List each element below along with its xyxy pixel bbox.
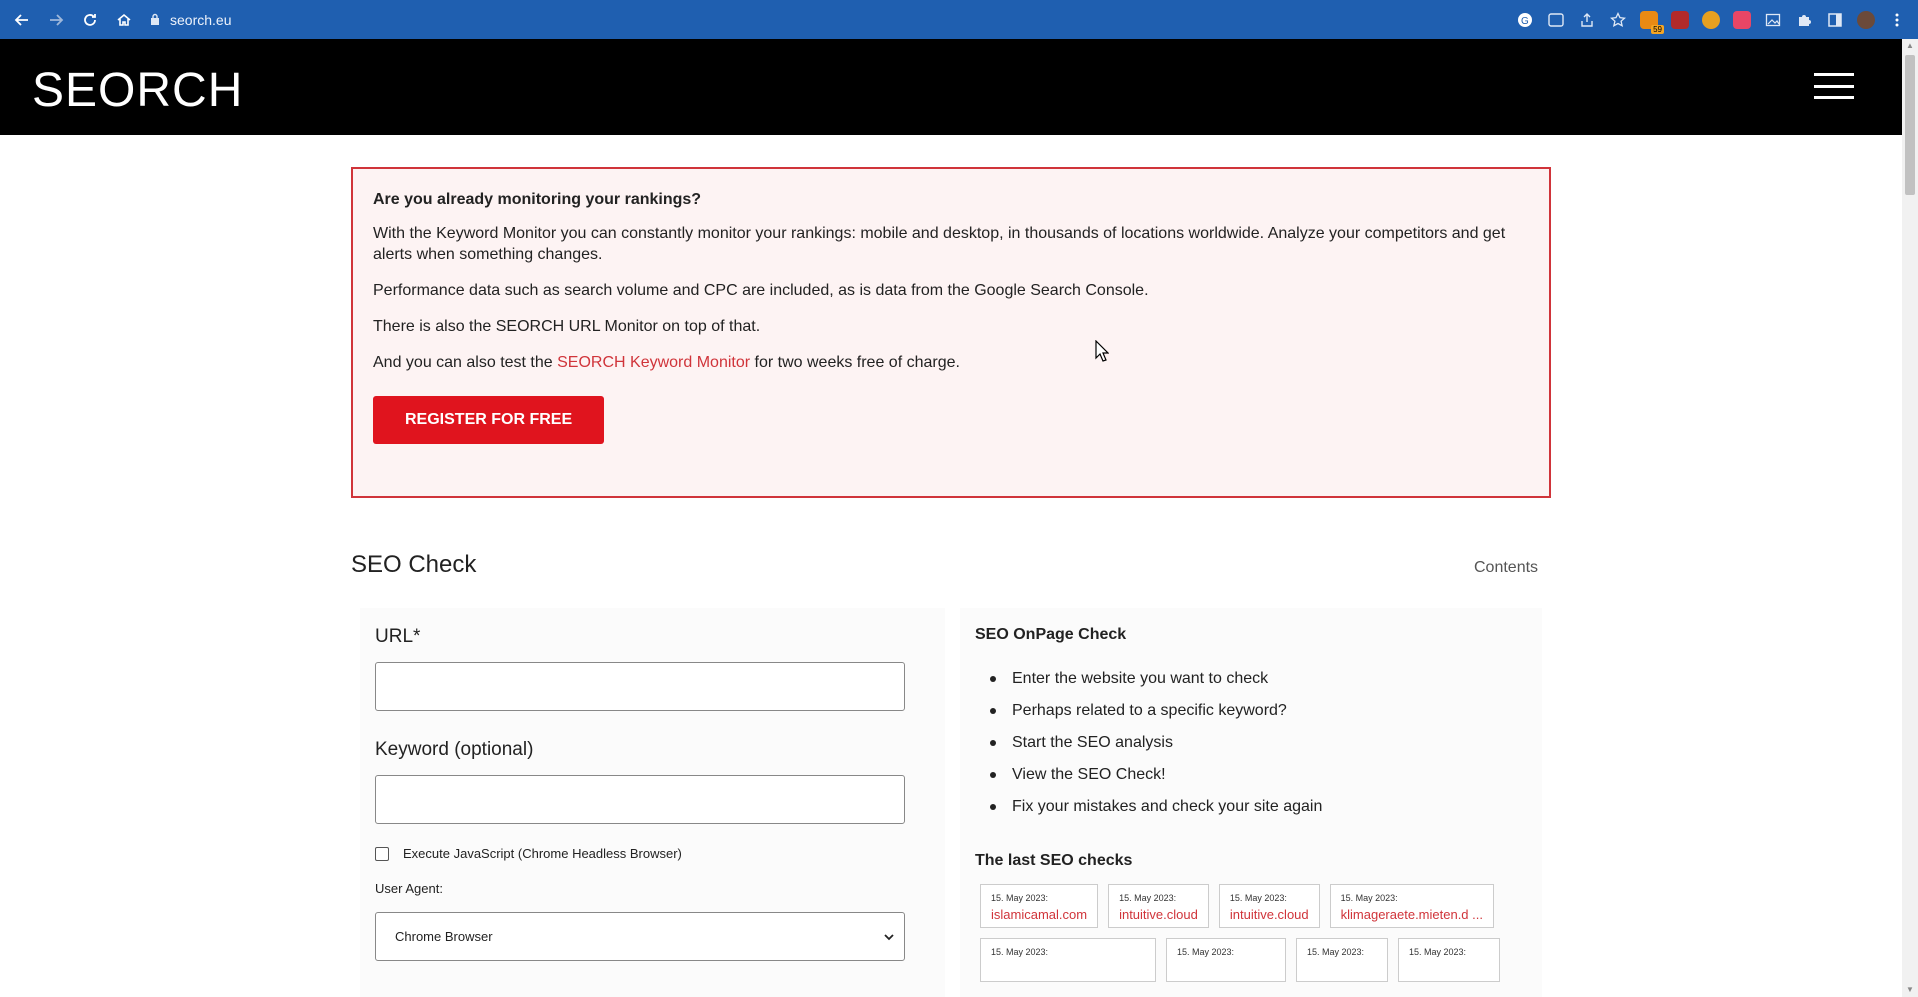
list-item: Enter the website you want to check — [990, 670, 1527, 688]
keyword-monitor-promo: Are you already monitoring your rankings… — [351, 167, 1551, 498]
lock-icon — [150, 12, 160, 28]
check-date: 15. May 2023: — [1229, 893, 1287, 903]
promo-text-after: for two weeks free of charge. — [750, 354, 960, 371]
check-host-link[interactable]: intuitive.cloud — [1119, 907, 1198, 922]
check-host-link[interactable]: klimageraete.mieten.d ... — [1341, 907, 1483, 922]
keyword-label: Keyword (optional) — [375, 739, 534, 760]
browser-toolbar: seorch.eu G 59 — [0, 0, 1918, 39]
check-date: 15. May 2023: — [1307, 947, 1365, 957]
site-header: SEORCH — [0, 39, 1902, 135]
register-button[interactable]: REGISTER FOR FREE — [373, 396, 605, 444]
page-title: SEO Check — [351, 551, 477, 578]
image-icon[interactable] — [1764, 11, 1782, 29]
promo-paragraph-1: With the Keyword Monitor you can constan… — [373, 225, 1506, 263]
reload-icon[interactable] — [80, 10, 100, 30]
list-item: Perhaps related to a specific keyword? — [990, 702, 1527, 720]
javascript-checkbox-label: Execute JavaScript (Chrome Headless Brow… — [403, 846, 682, 861]
mouse-cursor-icon — [1095, 339, 1110, 367]
seo-onpage-info: SEO OnPage Check Enter the website you w… — [960, 608, 1542, 997]
svg-text:G: G — [1521, 16, 1529, 27]
extension-seo-icon[interactable]: 59 — [1640, 10, 1664, 34]
address-bar[interactable]: seorch.eu — [140, 6, 1490, 33]
profile-avatar[interactable] — [1857, 10, 1875, 29]
last-check-card[interactable]: 15. May 2023: — [1166, 938, 1286, 982]
info-heading: SEO OnPage Check — [975, 626, 1127, 643]
promo-paragraph-4: And you can also test the SEORCH Keyword… — [373, 352, 1529, 373]
last-check-card[interactable]: 15. May 2023: islamicamal.com — [980, 884, 1099, 928]
check-date: 15. May 2023: — [991, 947, 1049, 957]
last-checks-heading: The last SEO checks — [975, 852, 1133, 869]
scroll-down-icon[interactable]: ▼ — [1902, 983, 1918, 997]
last-check-card[interactable]: 15. May 2023: klimageraete.mieten.d ... — [1329, 884, 1494, 928]
list-item: View the SEO Check! — [990, 766, 1527, 784]
hamburger-menu-icon[interactable] — [1814, 73, 1854, 99]
puzzle-icon[interactable] — [1795, 11, 1813, 29]
check-date: 15. May 2023: — [991, 893, 1049, 903]
promo-paragraph-2: Performance data such as search volume a… — [373, 282, 1149, 299]
check-date: 15. May 2023: — [1409, 947, 1467, 957]
extension-red-icon[interactable] — [1671, 10, 1689, 29]
keyword-input[interactable] — [375, 775, 905, 824]
check-host-link[interactable]: islamicamal.com — [991, 907, 1087, 922]
extension-orange-icon[interactable] — [1702, 10, 1720, 29]
bookmark-star-icon[interactable] — [1609, 11, 1627, 29]
chevron-down-icon — [884, 929, 894, 944]
more-menu-icon[interactable] — [1888, 11, 1906, 29]
last-check-card[interactable]: 15. May 2023: — [1398, 938, 1500, 982]
scrollbar-thumb[interactable] — [1905, 55, 1915, 195]
check-date: 15. May 2023: — [1119, 893, 1177, 903]
list-item: Start the SEO analysis — [990, 734, 1527, 752]
side-panel-icon[interactable] — [1826, 11, 1844, 29]
javascript-option: Execute JavaScript (Chrome Headless Brow… — [375, 846, 930, 861]
steps-list: Enter the website you want to check Perh… — [975, 670, 1527, 816]
user-agent-label: User Agent: — [375, 881, 443, 896]
last-check-card[interactable]: 15. May 2023: intuitive.cloud — [1218, 884, 1320, 928]
back-icon[interactable] — [12, 10, 32, 30]
extension-pink-icon[interactable] — [1733, 10, 1751, 29]
forward-icon[interactable] — [46, 10, 66, 30]
last-check-card[interactable]: 15. May 2023: — [1296, 938, 1388, 982]
site-logo[interactable]: SEORCH — [32, 63, 243, 118]
google-icon[interactable]: G — [1516, 11, 1534, 29]
scroll-up-icon[interactable]: ▲ — [1902, 39, 1918, 53]
keyword-monitor-link[interactable]: SEORCH Keyword Monitor — [557, 354, 750, 371]
check-host-link[interactable]: intuitive.cloud — [1230, 907, 1309, 922]
check-date: 15. May 2023: — [1340, 893, 1398, 903]
last-checks-list: 15. May 2023: islamicamal.com 15. May 202… — [980, 884, 1527, 982]
contents-link[interactable]: Contents — [1474, 559, 1538, 577]
page-scrollbar[interactable]: ▲ ▼ — [1902, 39, 1918, 997]
home-icon[interactable] — [114, 10, 134, 30]
translate-icon[interactable] — [1547, 11, 1565, 29]
seo-check-form: URL* Keyword (optional) Execute JavaScri… — [360, 608, 945, 997]
promo-text-before: And you can also test the — [373, 354, 558, 371]
user-agent-select[interactable]: Chrome Browser — [375, 912, 905, 961]
extension-bar: G 59 — [1516, 0, 1918, 39]
share-icon[interactable] — [1578, 11, 1596, 29]
browser-nav — [0, 10, 134, 30]
url-input[interactable] — [375, 662, 905, 711]
promo-heading: Are you already monitoring your rankings… — [373, 191, 702, 208]
javascript-checkbox[interactable] — [375, 846, 389, 861]
user-agent-value: Chrome Browser — [395, 929, 493, 944]
url-label: URL* — [375, 626, 421, 647]
extension-badge: 59 — [1651, 24, 1664, 34]
list-item: Fix your mistakes and check your site ag… — [990, 798, 1527, 816]
check-date: 15. May 2023: — [1177, 947, 1235, 957]
promo-paragraph-3: There is also the SEORCH URL Monitor on … — [373, 318, 761, 335]
last-check-card[interactable]: 15. May 2023: intuitive.cloud — [1108, 884, 1209, 928]
url-text: seorch.eu — [170, 11, 232, 28]
last-check-card[interactable]: 15. May 2023: — [980, 938, 1156, 982]
